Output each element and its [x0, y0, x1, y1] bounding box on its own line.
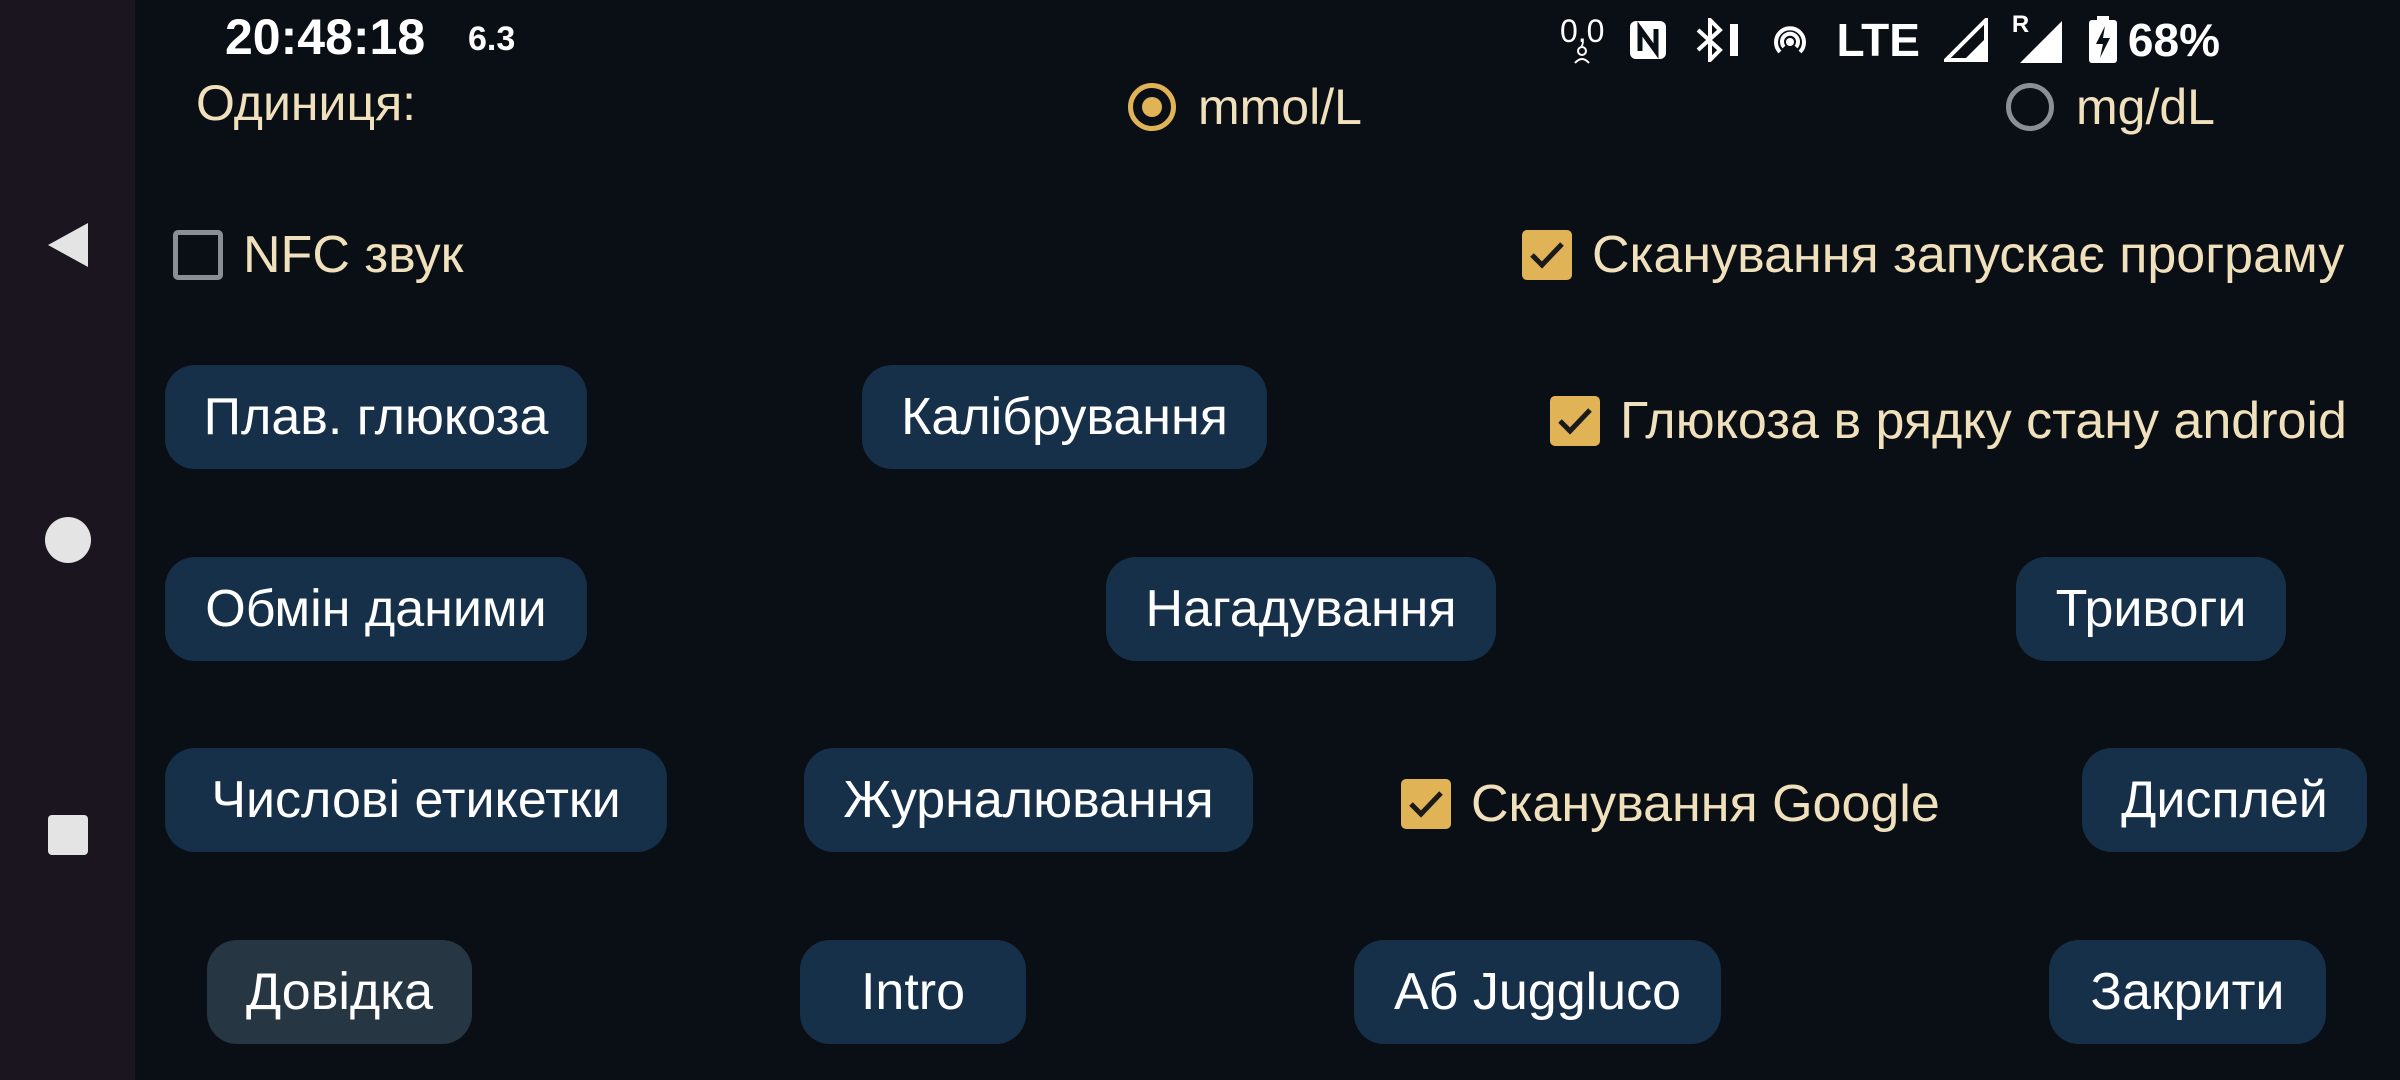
display-button[interactable]: Дисплей [2082, 748, 2367, 852]
nav-back-button[interactable] [0, 205, 135, 285]
unit-mmol-label: mmol/L [1198, 79, 1362, 135]
back-triangle-icon [47, 223, 88, 267]
checkbox-checked-icon [1522, 230, 1572, 280]
battery-percent: 68% [2127, 14, 2220, 66]
radio-selected-icon [1128, 83, 1176, 131]
glucose-status-bar-label: Глюкоза в рядку стану android [1620, 392, 2347, 450]
roaming-signal: R [2012, 11, 2064, 65]
glucose-status-bar-checkbox[interactable]: Глюкоза в рядку стану android [1550, 391, 2347, 451]
checkmark-icon [1530, 242, 1564, 269]
radio-unselected-icon [2006, 83, 2054, 131]
signal-icon [1943, 18, 1988, 62]
close-button[interactable]: Закрити [2049, 940, 2326, 1044]
numeric-labels-button[interactable]: Числові етикетки [165, 748, 667, 852]
unit-mgdl-label: mg/dL [2076, 79, 2215, 135]
reminders-button[interactable]: Нагадування [1106, 557, 1496, 661]
hotspot-icon [1774, 26, 1807, 54]
nfc-icon [1630, 21, 1667, 59]
checkbox-checked-icon [1550, 396, 1600, 446]
home-circle-icon [44, 517, 91, 563]
navigation-bar [0, 0, 135, 1080]
about-button[interactable]: Аб Juggluco [1354, 940, 1721, 1044]
settings-screen: 20:48:18 6.3 0,0 LTE R 68% Одиниця: mmol… [0, 0, 2400, 1080]
network-type: LTE [1836, 14, 1920, 66]
unit-label: Одиниця: [196, 75, 417, 131]
intro-button[interactable]: Intro [800, 940, 1026, 1044]
nav-home-button[interactable] [0, 500, 135, 580]
scan-starts-app-checkbox[interactable]: Сканування запускає програму [1522, 225, 2344, 285]
data-rate-person-icon [1574, 46, 1590, 64]
status-time: 20:48:18 [225, 9, 426, 65]
data-rate-text: 0,0 [1559, 13, 1605, 49]
status-icons: 0,0 LTE R 68% [1560, 10, 2220, 70]
unit-radio-mmol[interactable]: mmol/L [1128, 78, 1362, 136]
calibration-button[interactable]: Калібрування [862, 365, 1267, 469]
battery-charging-icon [2088, 16, 2117, 63]
data-rate-indicator: 0,0 [1559, 13, 1605, 64]
float-glucose-button[interactable]: Плав. глюкоза [165, 365, 587, 469]
data-exchange-button[interactable]: Обмін даними [165, 557, 587, 661]
scan-starts-app-label: Сканування запускає програму [1592, 226, 2345, 284]
checkbox-unchecked-icon [173, 230, 223, 280]
status-glucose-value: 6.3 [468, 20, 516, 58]
bluetooth-vibrate-icon [1697, 18, 1739, 62]
logging-button[interactable]: Журналювання [804, 748, 1253, 852]
google-scan-checkbox[interactable]: Сканування Google [1401, 774, 1940, 834]
checkmark-icon [1558, 408, 1592, 435]
checkbox-checked-icon [1401, 779, 1451, 829]
checkmark-icon [1409, 791, 1443, 818]
nfc-sound-label: NFC звук [243, 226, 464, 284]
alarms-button[interactable]: Тривоги [2016, 557, 2286, 661]
nav-recents-button[interactable] [0, 795, 135, 875]
recents-square-icon [47, 815, 88, 855]
unit-radio-mgdl[interactable]: mg/dL [2006, 78, 2215, 136]
signal-roaming-icon [2019, 21, 2062, 63]
google-scan-label: Сканування Google [1471, 775, 1940, 833]
help-button[interactable]: Довідка [207, 940, 472, 1044]
nfc-sound-checkbox[interactable]: NFC звук [173, 225, 463, 285]
